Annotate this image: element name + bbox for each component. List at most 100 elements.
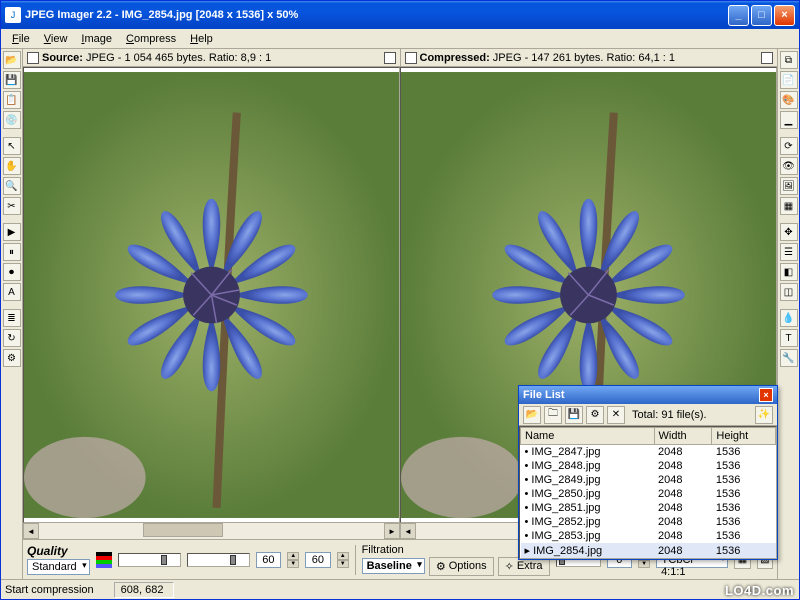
open-icon[interactable]: 📂	[3, 51, 21, 69]
compressed-max-button[interactable]	[761, 52, 773, 64]
drop-icon[interactable]: 💧	[780, 309, 798, 327]
zoom-icon[interactable]: 🔍	[3, 177, 21, 195]
scroll-left-button[interactable]: ◄	[400, 523, 416, 539]
remove-icon[interactable]: ✕	[607, 406, 625, 424]
paste-icon[interactable]: 📄	[780, 71, 798, 89]
source-header: Source: JPEG - 1 054 465 bytes. Ratio: 8…	[23, 49, 401, 66]
refresh-icon[interactable]: ⟳	[780, 137, 798, 155]
plus-icon: ✧	[505, 560, 514, 573]
file-list-total: Total: 91 file(s).	[632, 409, 707, 421]
copy-icon[interactable]: ⧉	[780, 51, 798, 69]
titlebar[interactable]: J JPEG Imager 2.2 - IMG_2854.jpg [2048 x…	[1, 1, 799, 29]
quality-value-1[interactable]: 60	[256, 552, 282, 568]
col-name[interactable]: Name	[521, 428, 655, 445]
disk-icon[interactable]: 💿	[3, 111, 21, 129]
eye-icon[interactable]: 👁	[780, 157, 798, 175]
source-max-button[interactable]	[384, 52, 396, 64]
image-icon[interactable]: 🖼	[780, 177, 798, 195]
menu-compress[interactable]: Compress	[119, 31, 183, 47]
file-list-titlebar[interactable]: File List ×	[519, 386, 777, 404]
quality-slider-2[interactable]	[187, 553, 250, 567]
right-toolbar: ⧉ 📄 🎨 ▁ ⟳ 👁 🖼 ▦ ✥ ☰ ◧ ◫ 💧 T 🔧	[777, 49, 799, 579]
table-row[interactable]: • IMG_2850.jpg20481536	[521, 487, 776, 501]
pointer-icon[interactable]: ↖	[3, 137, 21, 155]
scroll-right-button[interactable]: ►	[384, 523, 400, 539]
play-icon[interactable]: ▶	[3, 223, 21, 241]
save-list-icon[interactable]: 💾	[565, 406, 583, 424]
compressed-info: JPEG - 147 261 bytes. Ratio: 64,1 : 1	[493, 52, 675, 64]
pause-icon[interactable]: ⏸	[3, 243, 21, 261]
hand-icon[interactable]: ✋	[3, 157, 21, 175]
tool-icon[interactable]: 🔧	[780, 349, 798, 367]
scroll-thumb[interactable]	[143, 523, 223, 537]
save-icon[interactable]: 💾	[3, 71, 21, 89]
source-image-pane[interactable]	[23, 67, 400, 523]
source-image	[24, 68, 399, 522]
histogram-icon[interactable]: ▁	[780, 111, 798, 129]
quality-label: Quality	[27, 544, 90, 558]
baseline-dropdown[interactable]: Baseline	[362, 558, 425, 574]
menu-view[interactable]: View	[37, 31, 75, 47]
file-list-panel[interactable]: File List × 📂 🗀 💾 ⚙ ✕ Total: 91 file(s).…	[518, 385, 778, 560]
spin-down[interactable]: ▼	[638, 560, 650, 568]
spin-down[interactable]: ▼	[287, 560, 299, 568]
file-list-toolbar: 📂 🗀 💾 ⚙ ✕ Total: 91 file(s). ✨	[519, 404, 777, 426]
quality-value-2[interactable]: 60	[305, 552, 331, 568]
compressed-label: Compressed:	[420, 52, 490, 64]
scroll-left-button[interactable]: ◄	[23, 523, 39, 539]
add-folder-icon[interactable]: 🗀	[544, 406, 562, 424]
table-row[interactable]: • IMG_2849.jpg20481536	[521, 473, 776, 487]
maximize-button[interactable]: □	[751, 5, 772, 26]
file-list-close-button[interactable]: ×	[759, 388, 773, 402]
table-row[interactable]: • IMG_2847.jpg20481536	[521, 445, 776, 460]
status-message: Start compression	[5, 584, 94, 596]
minimize-button[interactable]: _	[728, 5, 749, 26]
quality-mode-dropdown[interactable]: Standard	[27, 559, 90, 575]
wand-icon[interactable]: ✨	[755, 406, 773, 424]
grid-icon[interactable]: ▦	[780, 197, 798, 215]
rotate-icon[interactable]: ↻	[3, 329, 21, 347]
menubar: File View Image Compress Help	[1, 29, 799, 49]
source-scrollbar[interactable]: ◄ ►	[23, 523, 400, 539]
spin-up[interactable]: ▲	[287, 552, 299, 560]
overlay-icon[interactable]: ◫	[780, 283, 798, 301]
move-icon[interactable]: ✥	[780, 223, 798, 241]
table-row[interactable]: • IMG_2848.jpg20481536	[521, 459, 776, 473]
crop-icon[interactable]: ✂	[3, 197, 21, 215]
settings-icon[interactable]: ⚙	[3, 349, 21, 367]
close-button[interactable]: ×	[774, 5, 795, 26]
col-height[interactable]: Height	[712, 428, 776, 445]
source-toggle-button[interactable]	[27, 52, 39, 64]
col-width[interactable]: Width	[654, 428, 712, 445]
table-row[interactable]: ▸ IMG_2854.jpg20481536	[521, 543, 776, 558]
text-icon[interactable]: T	[780, 329, 798, 347]
layers-icon[interactable]: ≣	[3, 309, 21, 327]
statusbar: Start compression 608, 682	[1, 579, 799, 599]
table-row[interactable]: • IMG_2853.jpg20481536	[521, 529, 776, 543]
channel-icon[interactable]: ◧	[780, 263, 798, 281]
auto-icon[interactable]: A	[3, 283, 21, 301]
options-button[interactable]: ⚙Options	[429, 557, 494, 576]
color-bars-icon	[96, 552, 112, 568]
process-icon[interactable]: ⚙	[586, 406, 604, 424]
quality-slider-1[interactable]	[118, 553, 181, 567]
window-title: JPEG Imager 2.2 - IMG_2854.jpg [2048 x 1…	[25, 9, 728, 21]
menu-help[interactable]: Help	[183, 31, 220, 47]
palette-icon[interactable]: 🎨	[780, 91, 798, 109]
source-info: JPEG - 1 054 465 bytes. Ratio: 8,9 : 1	[86, 52, 271, 64]
clipboard-icon[interactable]: 📋	[3, 91, 21, 109]
table-row[interactable]: • IMG_2852.jpg20481536	[521, 515, 776, 529]
watermark: LO4D.com	[725, 583, 794, 598]
table-row[interactable]: • IMG_2851.jpg20481536	[521, 501, 776, 515]
menu-file[interactable]: File	[5, 31, 37, 47]
spin-down[interactable]: ▼	[337, 560, 349, 568]
spin-up[interactable]: ▲	[337, 552, 349, 560]
menu-image[interactable]: Image	[74, 31, 119, 47]
gear-icon: ⚙	[436, 560, 446, 573]
stack-icon[interactable]: ☰	[780, 243, 798, 261]
app-icon: J	[5, 7, 21, 23]
status-coords: 608, 682	[114, 582, 174, 598]
add-file-icon[interactable]: 📂	[523, 406, 541, 424]
compressed-toggle-button[interactable]	[405, 52, 417, 64]
record-icon[interactable]: ⏺	[3, 263, 21, 281]
